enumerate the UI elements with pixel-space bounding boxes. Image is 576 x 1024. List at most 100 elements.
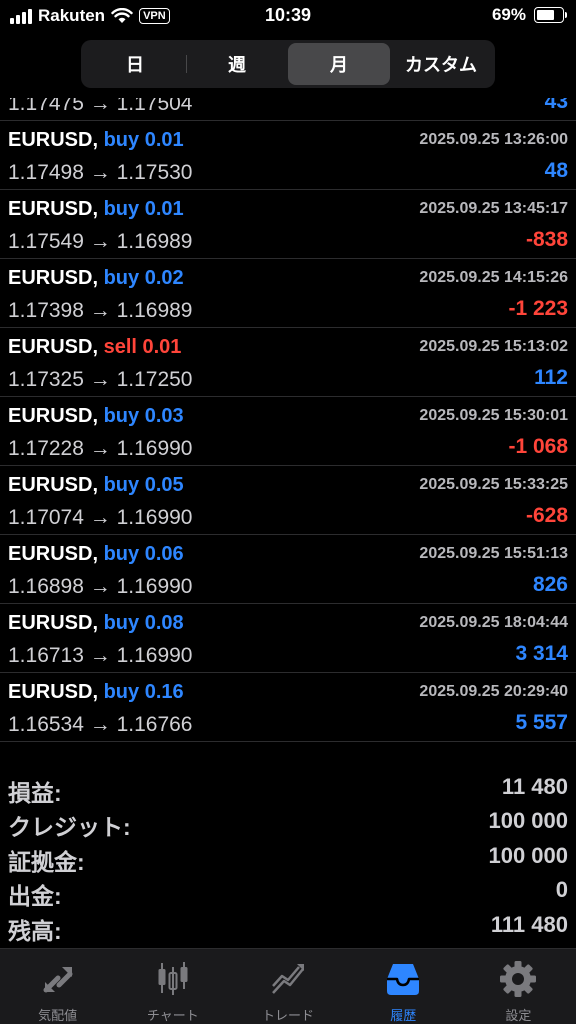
settings-icon (500, 961, 537, 997)
trade-type: buy 0.08 (103, 612, 184, 634)
trade-history-list[interactable]: 1.17475 → 1.17504 43 EURUSD, buy 0.01 202… (0, 98, 576, 764)
trade-prices: 1.17398 → 1.16989 (8, 299, 193, 322)
summary-label: 出金: (8, 883, 62, 910)
account-summary: 損益: 11 480 クレジット: 100 000 証拠金: 100 000 出… (0, 772, 576, 944)
symbol-name: EURUSD, (8, 681, 99, 703)
tab-label: 設定 (505, 1008, 532, 1023)
tab-trade[interactable]: トレード (230, 949, 345, 1024)
trade-datetime: 2025.09.25 15:51:13 (419, 545, 568, 562)
tab-label: トレード (262, 1008, 315, 1023)
status-right: 69% (491, 5, 567, 25)
summary-value: 11 480 (501, 774, 568, 799)
summary-credit: クレジット: 100 000 (0, 806, 576, 840)
period-segmented-control: 日 週 月 カスタム (81, 40, 495, 88)
summary-value: 100 000 (488, 842, 568, 868)
trade-row[interactable]: EURUSD, buy 0.01 2025.09.25 13:26:00 1.174… (0, 121, 576, 190)
trade-row[interactable]: EURUSD, buy 0.02 2025.09.25 14:15:26 1.173… (0, 259, 576, 328)
chart-icon (158, 962, 188, 995)
symbol-name: EURUSD, (8, 474, 99, 496)
trade-type: sell 0.01 (103, 336, 182, 358)
trade-row-partial[interactable]: 1.17475 → 1.17504 43 (0, 98, 576, 121)
trade-profit: 43 (544, 98, 568, 113)
trade-type: buy 0.16 (103, 681, 184, 703)
summary-value: 111 480 (490, 911, 568, 937)
tab-label: チャート (146, 1008, 199, 1023)
trade-datetime: 2025.09.25 13:26:00 (419, 131, 568, 148)
trade-row[interactable]: EURUSD, buy 0.16 2025.09.25 20:29:40 1.165… (0, 673, 576, 742)
trade-prices: 1.17498 → 1.17530 (8, 161, 193, 184)
trade-prices: 1.17228 → 1.16990 (8, 437, 193, 460)
summary-deposit: 証拠金: 100 000 (0, 841, 576, 875)
symbol-name: EURUSD, (8, 129, 99, 151)
trade-prices: 1.16713 → 1.16990 (8, 644, 193, 667)
trade-symbol: EURUSD, buy 0.02 (8, 267, 184, 290)
trade-profit: 48 (544, 159, 568, 182)
clock: 10:39 (264, 5, 312, 25)
history-icon (387, 964, 420, 995)
trade-datetime: 2025.09.25 15:13:02 (419, 338, 568, 355)
trade-row[interactable]: EURUSD, buy 0.01 2025.09.25 13:45:17 1.175… (0, 190, 576, 259)
tab-chart[interactable]: チャート (115, 949, 230, 1024)
tab-label: 履歴 (390, 1008, 417, 1023)
battery-icon (534, 7, 567, 23)
summary-label: クレジット: (8, 814, 131, 841)
trade-datetime: 2025.09.25 15:30:01 (419, 407, 568, 424)
trade-prices: 1.17325 → 1.17250 (8, 368, 193, 391)
tab-quotes[interactable]: 気配値 (0, 949, 115, 1024)
trade-symbol: EURUSD, buy 0.01 (8, 129, 184, 152)
trade-profit: -628 (525, 504, 568, 527)
symbol-name: EURUSD, (8, 543, 99, 565)
trade-type: buy 0.03 (103, 405, 184, 427)
summary-value: 100 000 (488, 808, 568, 834)
trade-symbol: EURUSD, buy 0.16 (8, 681, 184, 704)
trade-prices: 1.16898 → 1.16990 (8, 575, 193, 598)
trade-type: buy 0.05 (103, 474, 184, 496)
trade-symbol: EURUSD, buy 0.01 (8, 198, 184, 221)
trade-prices: 1.17549 → 1.16989 (8, 230, 193, 253)
summary-label: 損益: (8, 780, 62, 806)
trade-profit: -1 223 (508, 297, 568, 320)
segment-label: 日 (126, 55, 144, 75)
trade-row[interactable]: EURUSD, sell 0.01 2025.09.25 15:13:02 1.17… (0, 328, 576, 397)
status-bar: Rakuten VPN 10:39 69% (0, 0, 576, 34)
tab-settings[interactable]: 設定 (461, 949, 576, 1024)
segment-month[interactable]: 月 (288, 43, 390, 85)
trade-datetime: 2025.09.25 18:04:44 (419, 614, 568, 631)
trade-row[interactable]: EURUSD, buy 0.03 2025.09.25 15:30:01 1.172… (0, 397, 576, 466)
trade-row[interactable]: EURUSD, buy 0.06 2025.09.25 15:51:13 1.168… (0, 535, 576, 604)
quotes-icon (43, 967, 73, 993)
trade-prices: 1.17074 → 1.16990 (8, 506, 193, 529)
summary-value: 0 (555, 877, 568, 903)
trade-profit: 826 (532, 573, 568, 596)
segment-custom[interactable]: カスタム (390, 43, 492, 85)
trade-profit: 3 314 (515, 642, 568, 665)
segment-label: 週 (228, 55, 246, 75)
segment-label: 月 (330, 55, 348, 75)
trade-row[interactable]: EURUSD, buy 0.05 2025.09.25 15:33:25 1.170… (0, 466, 576, 535)
symbol-name: EURUSD, (8, 198, 99, 220)
segment-divider (186, 55, 187, 73)
trade-symbol: EURUSD, buy 0.03 (8, 405, 184, 428)
summary-profit: 損益: 11 480 (0, 772, 576, 806)
summary-label: 残高: (8, 917, 62, 944)
trade-profit: -838 (525, 228, 568, 251)
trade-type: buy 0.01 (103, 198, 184, 220)
symbol-name: EURUSD, (8, 612, 99, 634)
trade-type: buy 0.06 (103, 543, 184, 565)
segment-week[interactable]: 週 (186, 43, 288, 85)
trade-datetime: 2025.09.25 14:15:26 (419, 269, 568, 286)
trade-profit: 5 557 (515, 711, 568, 734)
trade-datetime: 2025.09.25 20:29:40 (419, 683, 568, 700)
summary-withdrawal: 出金: 0 (0, 875, 576, 909)
summary-label: 証拠金: (8, 848, 85, 875)
tab-history[interactable]: 履歴 (346, 949, 461, 1024)
trade-row[interactable]: EURUSD, buy 0.08 2025.09.25 18:04:44 1.167… (0, 604, 576, 673)
symbol-name: EURUSD, (8, 267, 99, 289)
segment-day[interactable]: 日 (84, 43, 186, 85)
battery-percent: 69% (491, 5, 526, 24)
trade-symbol: EURUSD, buy 0.08 (8, 612, 184, 635)
tab-bar: 気配値 チャート トレード 履歴 設定 (0, 948, 576, 1024)
symbol-name: EURUSD, (8, 336, 99, 358)
trade-prices: 1.17475 → 1.17504 (8, 98, 193, 115)
trade-symbol: EURUSD, buy 0.06 (8, 543, 184, 566)
